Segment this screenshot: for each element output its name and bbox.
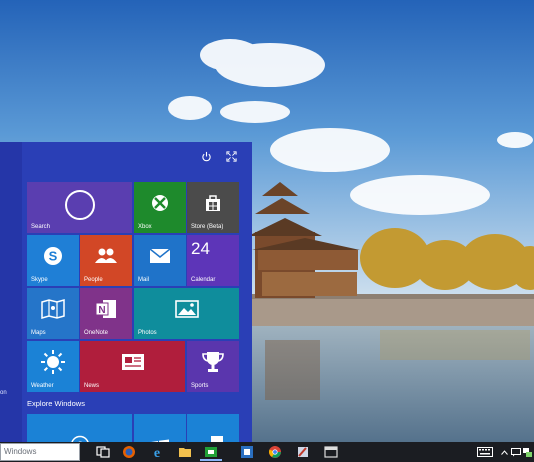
store-icon	[203, 193, 223, 213]
taskbar-internet-explorer[interactable]: e	[146, 443, 168, 461]
trophy-icon	[201, 350, 225, 374]
expand-icon	[225, 150, 237, 162]
message-icon	[511, 447, 521, 456]
tile-maps[interactable]: Maps	[27, 288, 79, 339]
tile-label: Xbox	[138, 224, 152, 230]
taskbar-search-box[interactable]: Windows	[0, 443, 80, 461]
tile-store[interactable]: Store (Beta)	[187, 182, 239, 233]
tile-label: Store (Beta)	[191, 224, 224, 230]
skype-icon: S	[42, 245, 64, 267]
svg-text:S: S	[49, 249, 58, 264]
tile-weather[interactable]: Weather	[27, 341, 79, 392]
tile-onenote[interactable]: N OneNote	[80, 288, 132, 339]
onenote-icon: N	[95, 298, 117, 320]
start-menu-left-pane: on	[0, 142, 22, 442]
taskbar-windows-app[interactable]	[236, 443, 258, 461]
svg-text:e: e	[154, 446, 160, 459]
chrome-icon	[269, 446, 281, 458]
tile-label: Weather	[31, 383, 54, 389]
tile-label: Sports	[191, 383, 209, 389]
xbox-icon	[151, 194, 169, 212]
folder-icon	[179, 448, 191, 457]
expand-start-button[interactable]	[223, 148, 239, 164]
store-icon	[205, 447, 217, 457]
calendar-date: 24	[191, 239, 210, 258]
tile-sports[interactable]: Sports	[187, 341, 239, 392]
action-center-button[interactable]	[511, 445, 521, 459]
svg-text:N: N	[98, 305, 105, 316]
taskbar-firefox[interactable]	[118, 443, 140, 461]
tile-search[interactable]: Search	[27, 182, 132, 233]
power-icon	[201, 151, 211, 161]
maps-icon	[41, 299, 65, 320]
task-view-button[interactable]	[92, 443, 114, 461]
tile-label: Maps	[31, 330, 46, 336]
network-icon	[522, 447, 532, 457]
tile-label: Photos	[138, 330, 157, 336]
weather-sun-icon	[40, 349, 66, 375]
tile-label: Search	[31, 224, 51, 230]
tile-people[interactable]: People	[80, 235, 132, 286]
taskbar: Windows e	[0, 442, 534, 462]
tile-xbox[interactable]: Xbox	[134, 182, 186, 233]
tile-news[interactable]: News	[80, 341, 185, 392]
help-icon: ?	[70, 435, 90, 442]
cortana-icon	[63, 188, 97, 222]
keyboard-icon	[477, 447, 493, 457]
left-pane-label: on	[0, 390, 7, 396]
touch-keyboard-button[interactable]	[476, 445, 494, 459]
chat-icon	[202, 435, 224, 442]
mail-icon	[149, 248, 171, 264]
news-icon	[121, 353, 145, 371]
taskbar-paint[interactable]	[292, 443, 314, 461]
tile-mail[interactable]: Mail	[134, 235, 186, 286]
paint-icon	[298, 447, 308, 457]
tile-label: Calendar	[191, 277, 216, 283]
window-icon	[324, 446, 338, 458]
photos-icon	[174, 300, 199, 319]
task-view-icon	[96, 446, 110, 458]
taskbar-window[interactable]	[320, 443, 342, 461]
power-button[interactable]	[198, 148, 214, 164]
tile-windows-feedback[interactable]	[134, 414, 186, 442]
taskbar-store[interactable]	[200, 443, 222, 461]
tile-calendar[interactable]: 24 Calendar	[187, 235, 239, 286]
network-button[interactable]	[521, 445, 533, 459]
tile-label: Skype	[31, 277, 48, 283]
windows-app-icon	[241, 446, 253, 458]
explore-windows-heading: Explore Windows	[27, 399, 85, 408]
search-placeholder: Windows	[4, 447, 37, 456]
tile-photos[interactable]: Photos	[134, 288, 239, 339]
tile-label: OneNote	[84, 330, 109, 336]
people-icon	[94, 247, 118, 265]
tile-label: People	[84, 277, 103, 283]
tile-skype[interactable]: S Skype	[27, 235, 79, 286]
firefox-icon	[123, 446, 135, 458]
tile-label: News	[84, 383, 100, 389]
start-menu: on Search Xbox Store (Beta) S Skype Peop…	[0, 142, 252, 442]
taskbar-chrome[interactable]	[264, 443, 286, 461]
tile-get-started[interactable]: ?	[27, 414, 132, 442]
internet-explorer-icon: e	[154, 446, 160, 459]
tile-contact-support[interactable]	[187, 414, 239, 442]
tile-label: Mail	[138, 277, 150, 283]
chevron-up-icon	[500, 449, 508, 455]
show-hidden-icons-button[interactable]	[499, 445, 509, 459]
taskbar-file-explorer[interactable]	[174, 443, 196, 461]
